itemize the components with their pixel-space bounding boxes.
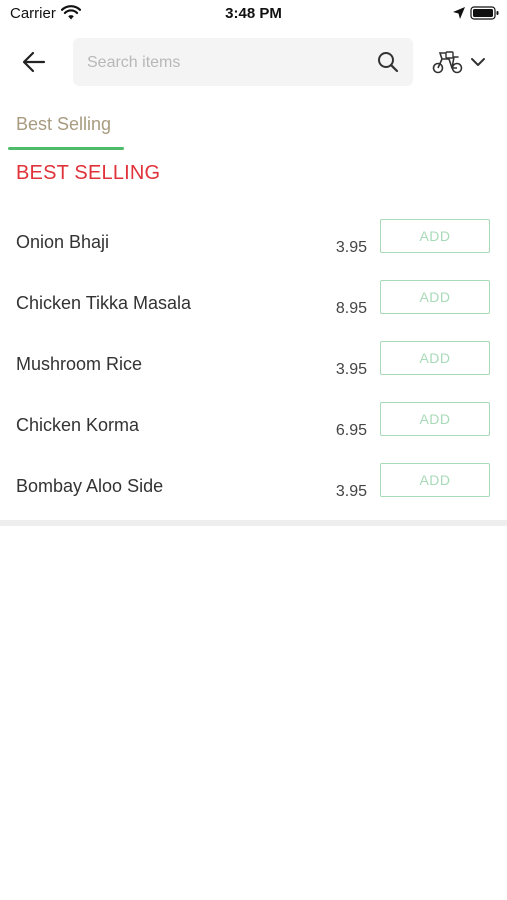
clock: 3:48 PM — [225, 5, 282, 22]
status-bar: Carrier 3:48 PM — [0, 0, 507, 28]
item-price: 8.95 — [335, 300, 367, 317]
search-input[interactable] — [85, 38, 369, 88]
add-button[interactable]: ADD — [380, 463, 490, 497]
delivery-mode-dropdown[interactable] — [432, 48, 492, 76]
chevron-down-icon — [471, 58, 485, 66]
item-name: Chicken Korma — [16, 415, 140, 435]
menu-item: Chicken Tikka Masala 8.95 ADD — [0, 280, 507, 331]
back-arrow-icon — [22, 51, 46, 73]
item-name: Onion Bhaji — [16, 232, 110, 252]
add-button[interactable]: ADD — [380, 219, 490, 253]
item-price: 3.95 — [335, 239, 367, 256]
add-button[interactable]: ADD — [380, 402, 490, 436]
search-icon[interactable] — [377, 51, 399, 73]
tab-active-indicator — [8, 147, 124, 150]
search-box[interactable] — [73, 38, 413, 88]
add-button[interactable]: ADD — [380, 341, 490, 375]
scooter-icon — [432, 51, 463, 74]
add-button[interactable]: ADD — [380, 280, 490, 314]
tab-best-selling[interactable]: Best Selling — [8, 108, 124, 152]
battery-icon — [470, 6, 499, 20]
section-divider — [0, 520, 507, 526]
menu-item: Onion Bhaji 3.95 ADD — [0, 219, 507, 270]
item-price: 3.95 — [335, 483, 367, 500]
tab-label: Best Selling — [16, 114, 112, 134]
menu-item: Bombay Aloo Side 3.95 ADD — [0, 463, 507, 514]
menu-item: Chicken Korma 6.95 ADD — [0, 402, 507, 453]
location-arrow-icon — [453, 7, 465, 19]
item-price: 3.95 — [335, 361, 367, 378]
item-price: 6.95 — [335, 422, 367, 439]
item-name: Bombay Aloo Side — [16, 476, 164, 496]
menu-item: Mushroom Rice 3.95 ADD — [0, 341, 507, 392]
item-name: Chicken Tikka Masala — [16, 293, 192, 313]
item-name: Mushroom Rice — [16, 354, 143, 374]
back-button[interactable] — [14, 44, 54, 80]
section-title: BEST SELLING — [16, 162, 161, 184]
